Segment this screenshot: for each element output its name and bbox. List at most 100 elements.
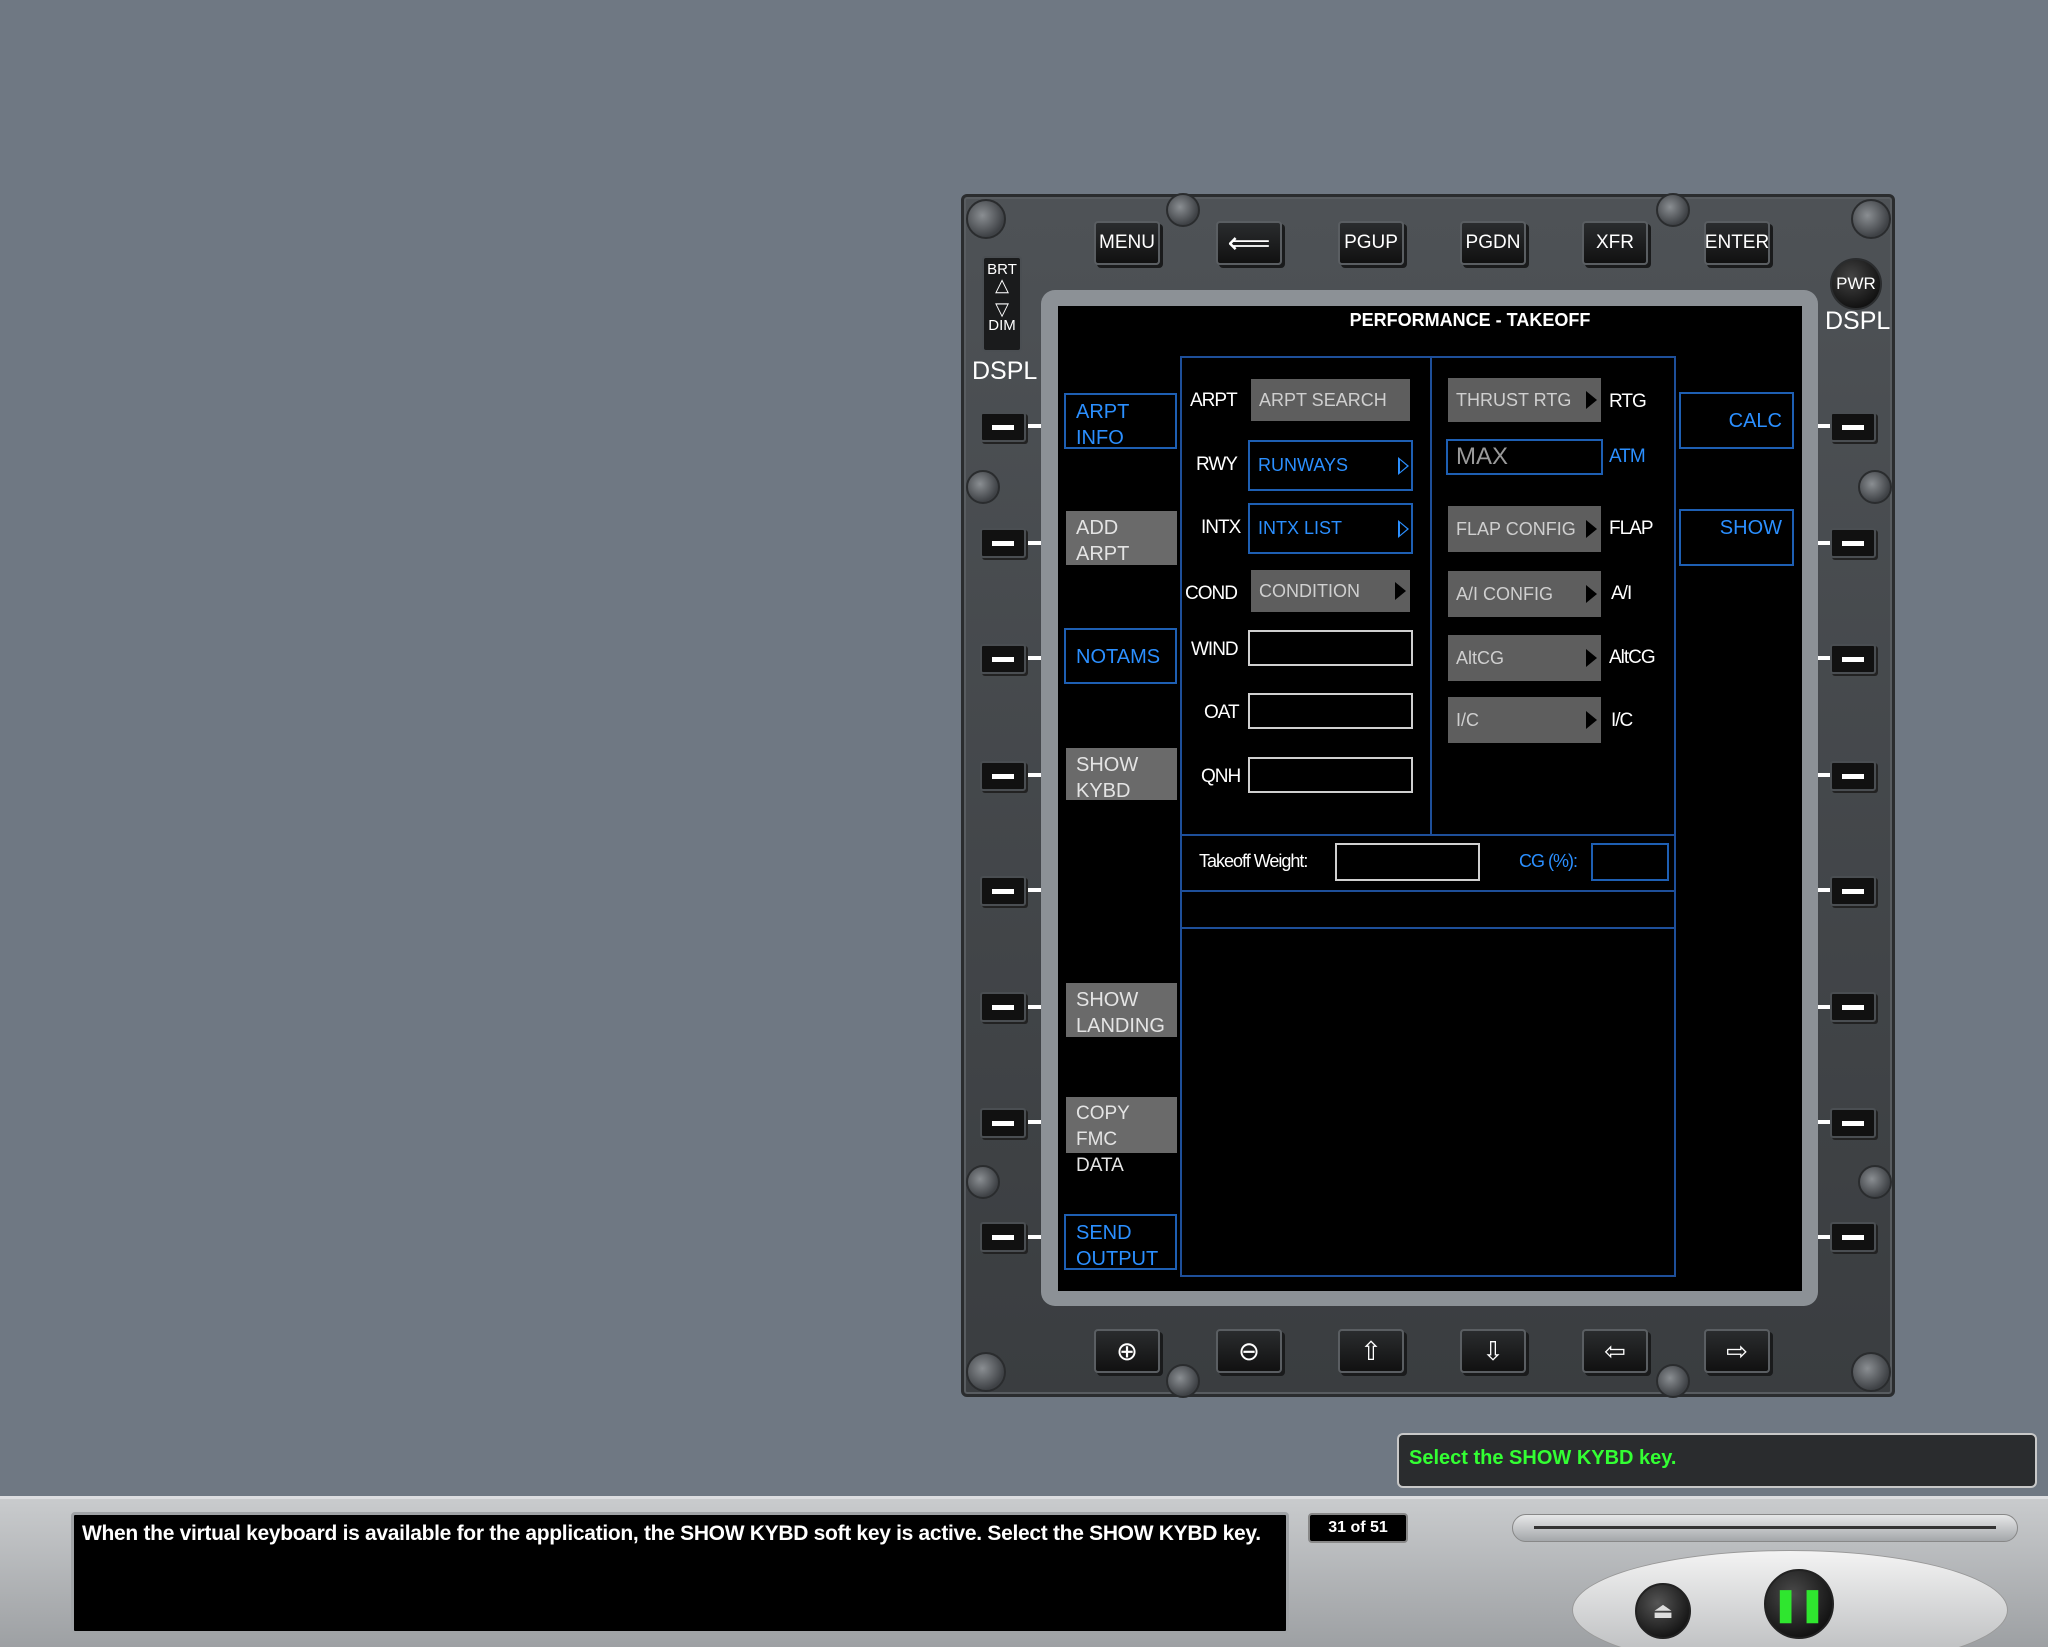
softkey-line: ARPT — [1076, 401, 1130, 423]
lsk-right-5[interactable] — [1830, 876, 1876, 906]
lsk-left-6[interactable] — [980, 992, 1026, 1022]
max-field[interactable]: MAX — [1446, 439, 1603, 475]
enter-key[interactable]: ENTER — [1704, 221, 1770, 265]
ic-field[interactable]: I/C — [1448, 697, 1601, 743]
frame-line — [1674, 356, 1676, 1276]
screw-icon — [966, 470, 1000, 504]
lsk-right-2[interactable] — [1830, 528, 1876, 558]
intx-list-field[interactable]: INTX LIST — [1248, 503, 1413, 554]
field-value: THRUST RTG — [1456, 389, 1572, 410]
lsk-right-3[interactable] — [1830, 644, 1876, 674]
screw-icon — [1851, 199, 1891, 239]
lsk-right-1[interactable] — [1830, 412, 1876, 442]
right-arrow-icon[interactable]: ⇨ — [1704, 1329, 1770, 1373]
lsk-left-4[interactable] — [980, 761, 1026, 791]
down-arrow-icon[interactable]: ⇩ — [1460, 1329, 1526, 1373]
caret-right-icon — [1586, 649, 1597, 667]
pause-icon[interactable]: ❚❚ — [1764, 1569, 1834, 1639]
page-title: PERFORMANCE - TAKEOFF — [1349, 310, 1591, 330]
screw-icon — [1858, 470, 1892, 504]
softkey-line: SHOW — [1076, 754, 1139, 776]
screw-icon — [1656, 1364, 1690, 1398]
cond-label: COND — [1185, 583, 1238, 604]
altcg-field[interactable]: AltCG — [1448, 635, 1601, 681]
condition-field[interactable]: CONDITION — [1251, 570, 1410, 612]
softkey-send-output[interactable]: SEND OUTPUT — [1064, 1214, 1177, 1270]
narration-text: When the virtual keyboard is available f… — [71, 1512, 1289, 1634]
qnh-input[interactable] — [1248, 757, 1413, 793]
softkey-line: ARPT — [1076, 543, 1130, 565]
softkey-show-landing[interactable]: SHOW LANDING — [1066, 983, 1177, 1037]
lsk-left-7[interactable] — [980, 1108, 1026, 1138]
brt-up-icon[interactable]: △ — [984, 276, 1020, 294]
cg-input[interactable] — [1591, 843, 1669, 881]
ic-label: I/C — [1611, 710, 1633, 731]
lsk-left-1[interactable] — [980, 412, 1026, 442]
lsk-left-5[interactable] — [980, 876, 1026, 906]
up-arrow-icon[interactable]: ⇧ — [1338, 1329, 1404, 1373]
lsk-left-8[interactable] — [980, 1222, 1026, 1252]
frame-line — [1180, 890, 1676, 892]
brightness-control[interactable]: BRT △ ▽ DIM — [982, 256, 1022, 352]
lsk-right-4[interactable] — [1830, 761, 1876, 791]
softkey-add-arpt[interactable]: ADD ARPT — [1066, 511, 1177, 565]
screw-icon — [966, 1352, 1006, 1392]
softkey-line: COPY — [1076, 1103, 1130, 1124]
back-key[interactable]: ⟸ — [1216, 221, 1282, 265]
lsk-left-3[interactable] — [980, 644, 1026, 674]
atm-label: ATM — [1609, 446, 1646, 467]
softkey-notams[interactable]: NOTAMS — [1064, 628, 1177, 684]
lsk-left-2[interactable] — [980, 528, 1026, 558]
softkey-calc[interactable]: CALC — [1679, 392, 1794, 449]
softkey-line: KYBD — [1076, 780, 1131, 802]
softkey-arpt-info[interactable]: ARPT INFO — [1064, 393, 1177, 449]
eject-icon[interactable]: ⏏ — [1635, 1583, 1691, 1639]
dim-label: DIM — [988, 317, 1016, 334]
zoom-in-icon[interactable]: ⊕ — [1094, 1329, 1160, 1373]
pgup-key[interactable]: PGUP — [1338, 221, 1404, 265]
arpt-label: ARPT — [1190, 390, 1238, 411]
softkey-copy-fmc-data[interactable]: COPY FMC DATA — [1066, 1097, 1177, 1176]
field-value: INTX LIST — [1258, 518, 1343, 538]
runways-field[interactable]: RUNWAYS — [1248, 440, 1413, 491]
softkey-show-kybd[interactable]: SHOW KYBD — [1066, 748, 1177, 802]
softkey-line: INFO — [1076, 427, 1124, 449]
xfr-key[interactable]: XFR — [1582, 221, 1648, 265]
pgdn-key[interactable]: PGDN — [1460, 221, 1526, 265]
qnh-label: QNH — [1201, 766, 1241, 787]
power-button[interactable]: PWR — [1830, 258, 1882, 310]
flap-config-field[interactable]: FLAP CONFIG — [1448, 506, 1601, 552]
progress-track — [1534, 1526, 1996, 1529]
softkey-line: FMC DATA — [1076, 1129, 1124, 1176]
oat-label: OAT — [1204, 702, 1240, 723]
arpt-search-field[interactable]: ARPT SEARCH — [1251, 379, 1410, 421]
ai-config-field[interactable]: A/I CONFIG — [1448, 571, 1601, 617]
lsk-right-7[interactable] — [1830, 1108, 1876, 1138]
takeoff-weight-input[interactable] — [1335, 843, 1480, 881]
ai-label: A/I — [1611, 583, 1632, 604]
left-arrow-icon[interactable]: ⇦ — [1582, 1329, 1648, 1373]
field-value: A/I CONFIG — [1456, 583, 1554, 604]
lsk-right-8[interactable] — [1830, 1222, 1876, 1252]
softkey-show[interactable]: SHOW — [1679, 509, 1794, 566]
zoom-out-icon[interactable]: ⊖ — [1216, 1329, 1282, 1373]
left-dspl-label: DSPL — [972, 357, 1038, 385]
field-value: I/C — [1456, 709, 1480, 730]
oat-input[interactable] — [1248, 693, 1413, 729]
caret-right-icon — [1586, 711, 1597, 729]
field-value: CONDITION — [1259, 580, 1360, 601]
softkey-line: LANDING — [1076, 1015, 1165, 1037]
cg-label: CG (%): — [1519, 851, 1578, 871]
lsk-right-6[interactable] — [1830, 992, 1876, 1022]
softkey-line: OUTPUT — [1076, 1248, 1159, 1270]
intx-label: INTX — [1201, 517, 1241, 538]
menu-key[interactable]: MENU — [1094, 221, 1160, 265]
screw-icon — [1858, 1165, 1892, 1199]
screw-icon — [966, 1165, 1000, 1199]
caret-right-icon — [1395, 582, 1406, 600]
wind-input[interactable] — [1248, 630, 1413, 666]
instruction-prompt: Select the SHOW KYBD key. — [1397, 1433, 2037, 1488]
screw-icon — [1656, 193, 1690, 227]
flap-label: FLAP — [1609, 518, 1654, 539]
thrust-rtg-field[interactable]: THRUST RTG — [1448, 378, 1601, 422]
